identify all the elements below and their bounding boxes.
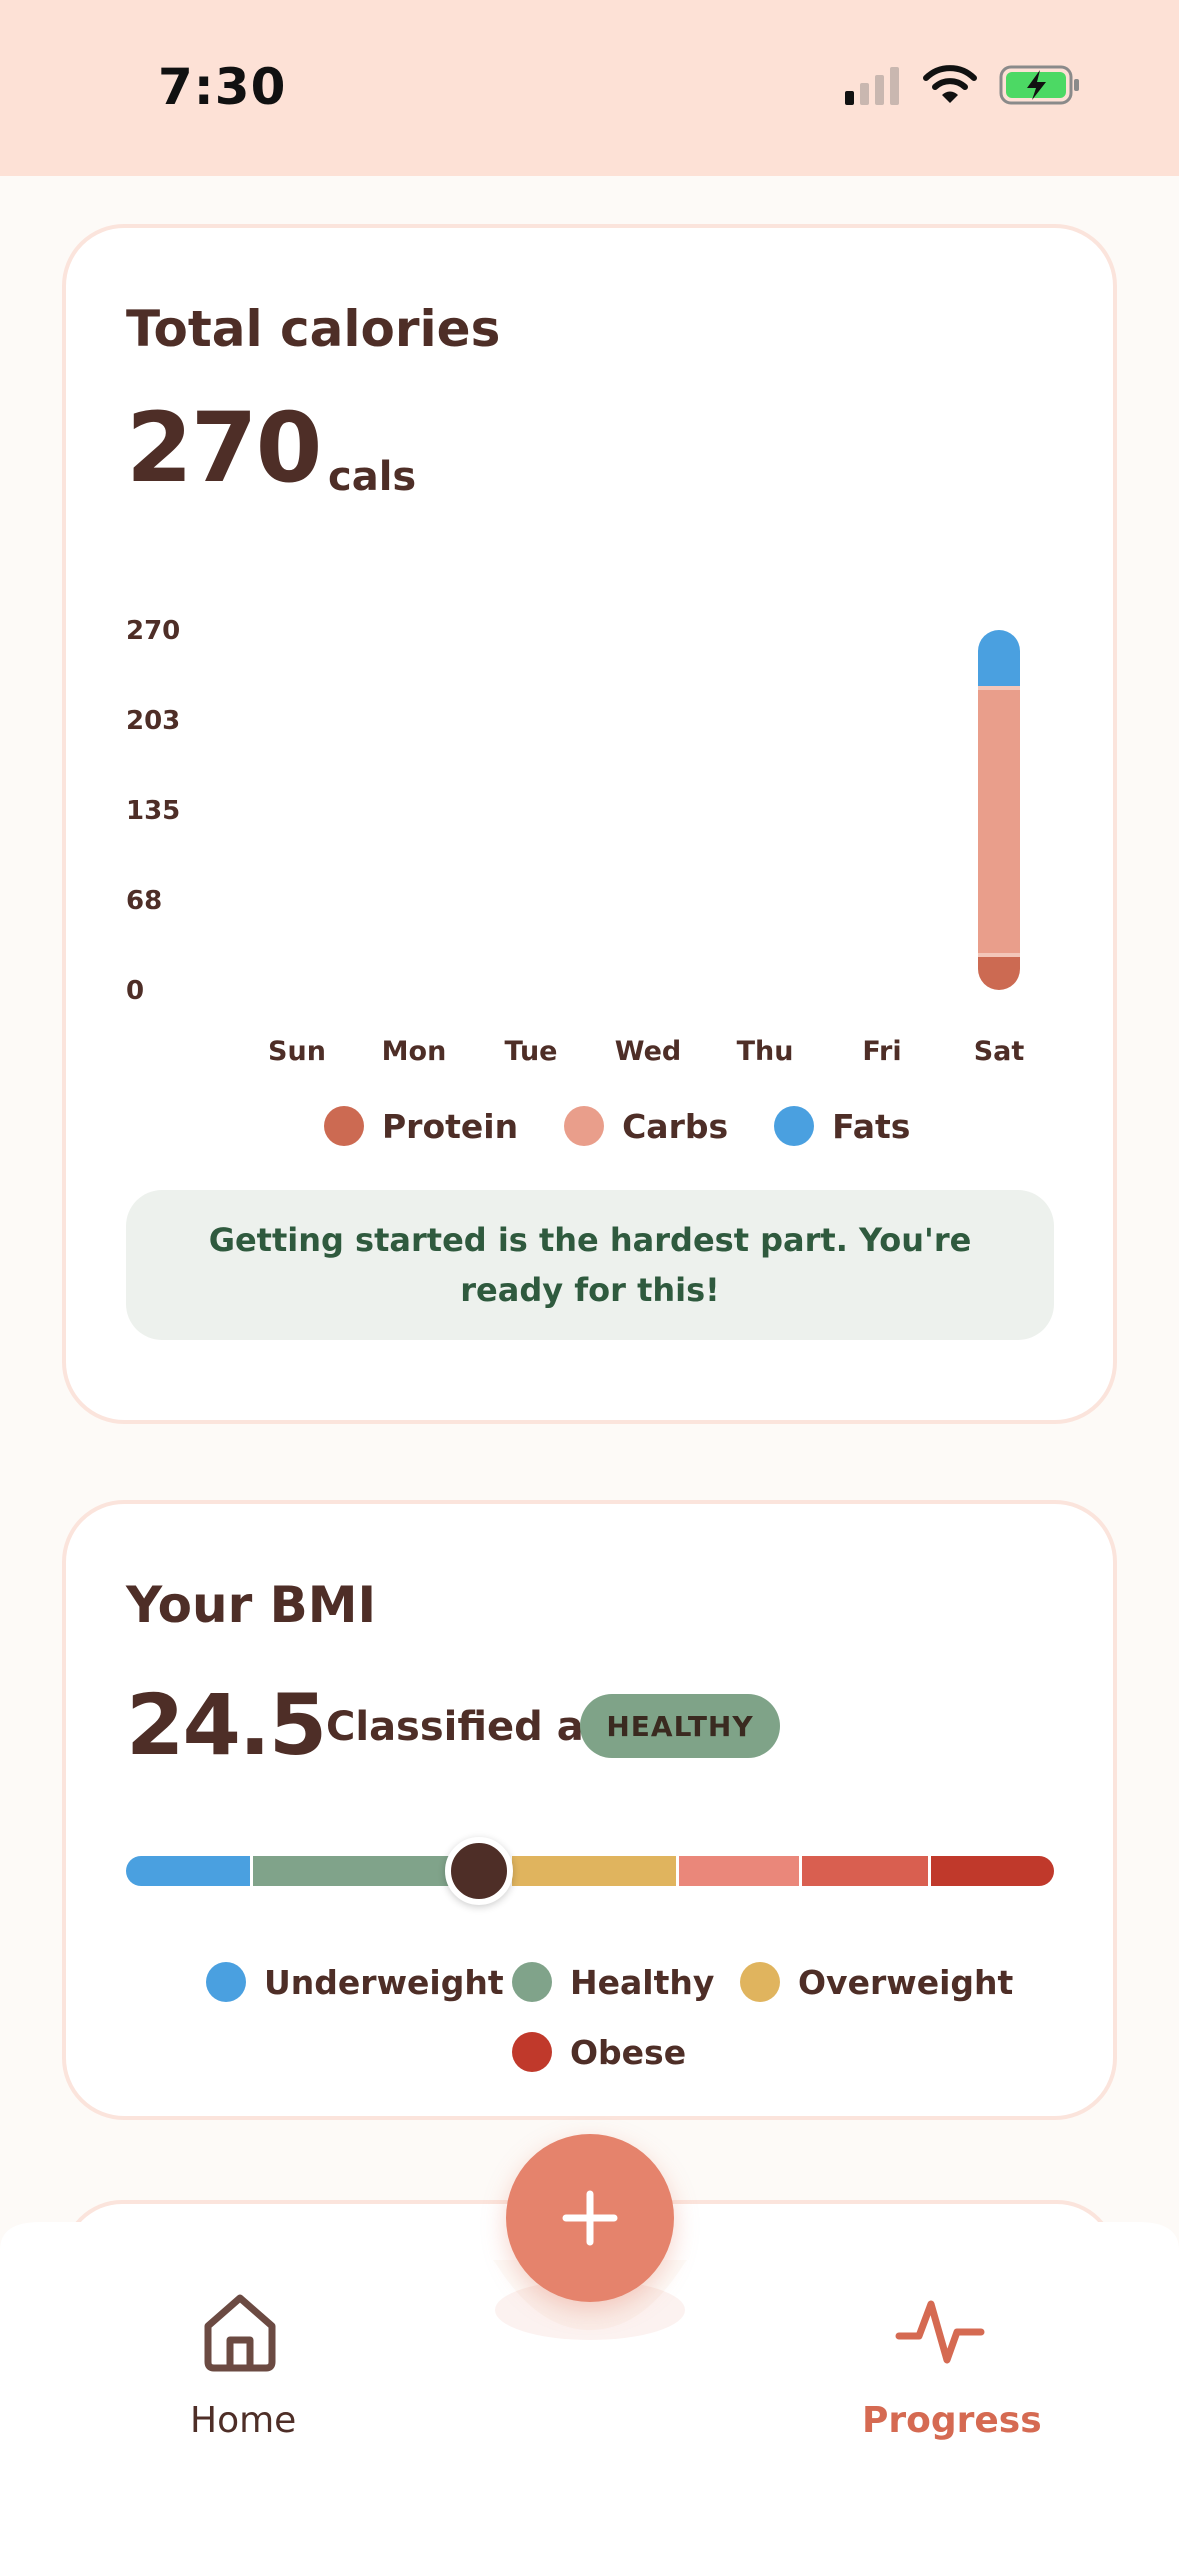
x-axis-label: Fri [862, 1036, 902, 1067]
bmi-scale-segment [512, 1856, 680, 1886]
status-bar: 7:30 [0, 0, 1179, 176]
activity-pulse-icon [895, 2300, 985, 2364]
calories-unit: cals [328, 454, 417, 500]
bar-segment-protein [978, 952, 1020, 990]
legend-label: Underweight [264, 1962, 504, 2002]
calories-card: Total calories 270 cals 270 203 135 68 0 Sun M… [62, 224, 1117, 1424]
bmi-scale-bar [126, 1856, 1054, 1886]
bmi-scale-segment [931, 1856, 1054, 1886]
x-axis-label: Tue [504, 1036, 558, 1067]
bmi-legend-item-overweight: Overweight [740, 1962, 1013, 2002]
bmi-status-badge: HEALTHY [580, 1694, 780, 1758]
calories-title: Total calories [126, 300, 501, 358]
y-axis-label: 203 [126, 706, 181, 736]
bmi-legend-item-obese: Obese [512, 2032, 686, 2072]
legend-item-carbs: Carbs [564, 1106, 728, 1146]
plus-icon [562, 2190, 618, 2246]
nav-progress[interactable]: Progress [850, 2290, 1042, 2450]
status-time: 7:30 [158, 58, 287, 116]
legend-dot [740, 1962, 780, 2002]
legend-item-protein: Protein [324, 1106, 518, 1146]
bmi-scale-segment [801, 1856, 932, 1886]
x-axis-label: Thu [736, 1036, 794, 1067]
calories-value: 270 [126, 392, 322, 504]
legend-dot [512, 2032, 552, 2072]
legend-label: Carbs [622, 1106, 729, 1146]
legend-label: Protein [382, 1106, 519, 1146]
bmi-card: Your BMI 24.5 Classified as HEALTHY Unde… [62, 1500, 1117, 2120]
bmi-legend-item-healthy: Healthy [512, 1962, 714, 2002]
legend-dot [512, 1962, 552, 2002]
legend-label: Fats [832, 1106, 911, 1146]
bmi-legend-item-underweight: Underweight [206, 1962, 504, 2002]
wifi-icon [923, 65, 977, 103]
legend-dot [774, 1106, 815, 1146]
legend-dot [324, 1106, 364, 1146]
legend-dot [564, 1106, 605, 1146]
cellular-signal-icon [845, 67, 899, 105]
add-button[interactable] [506, 2134, 674, 2302]
bmi-title: Your BMI [126, 1576, 377, 1634]
x-axis-label: Sun [268, 1036, 326, 1067]
y-axis-label: 0 [126, 976, 145, 1006]
y-axis-label: 135 [126, 796, 181, 826]
x-axis-label: Wed [614, 1036, 682, 1067]
status-icons [845, 62, 1081, 108]
legend-label: Healthy [570, 1962, 715, 2002]
macro-legend: Protein Carbs Fats [324, 1106, 956, 1146]
home-icon [204, 2294, 276, 2372]
bmi-scale-segment [126, 1856, 254, 1886]
x-axis-label: Mon [381, 1036, 447, 1067]
bar-segment-carbs [978, 686, 1020, 953]
motivation-tip: Getting started is the hardest part. You… [126, 1190, 1054, 1340]
x-axis-label: Sat [973, 1036, 1025, 1067]
bmi-value: 24.5 [126, 1676, 327, 1774]
nav-home-label: Home [190, 2400, 297, 2441]
bmi-marker [444, 1837, 513, 1905]
legend-label: Obese [570, 2032, 687, 2072]
bar-segment-fats [978, 630, 1020, 686]
legend-dot [206, 1962, 246, 2002]
legend-item-fats: Fats [774, 1106, 910, 1146]
y-axis-label: 270 [126, 616, 181, 646]
calorie-bar[interactable] [978, 630, 1020, 990]
battery-charging-icon [999, 65, 1079, 105]
legend-label: Overweight [798, 1962, 1014, 2002]
bmi-classified-label: Classified as [326, 1704, 608, 1750]
bmi-scale-segment [679, 1856, 802, 1886]
nav-home[interactable]: Home [170, 2290, 310, 2450]
nav-progress-label: Progress [862, 2400, 1042, 2441]
y-axis-label: 68 [126, 886, 163, 916]
